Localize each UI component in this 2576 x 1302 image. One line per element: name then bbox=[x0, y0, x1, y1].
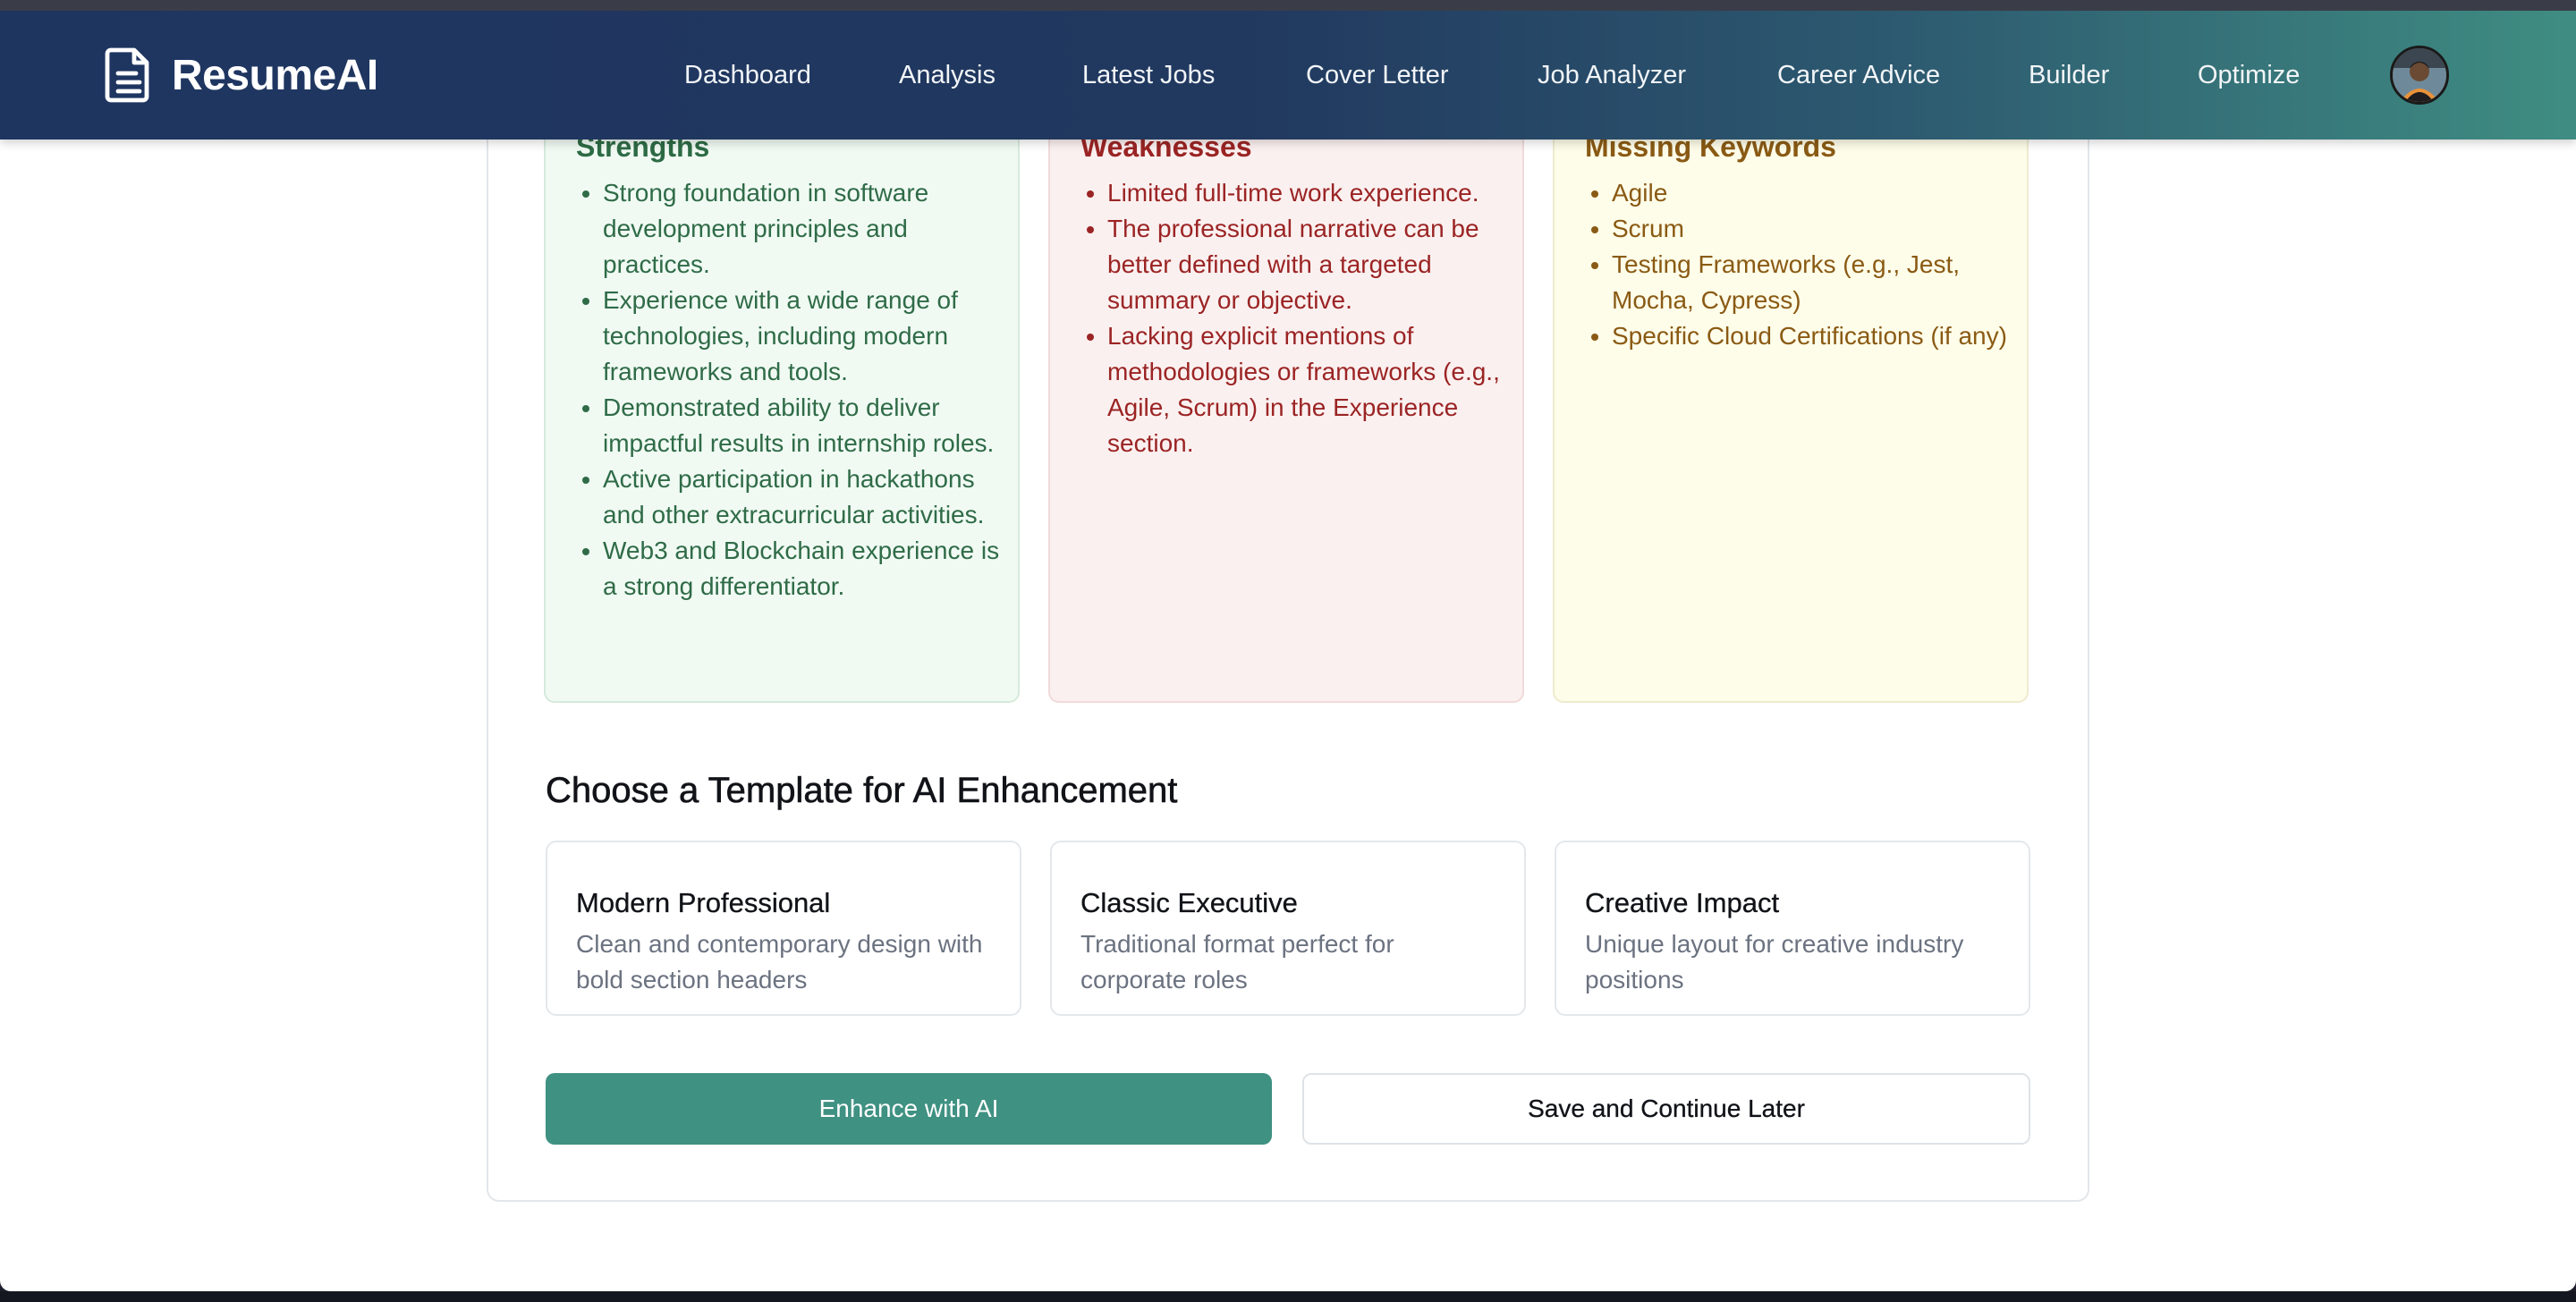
list-item: Testing Frameworks (e.g., Jest, Mocha, C… bbox=[1612, 247, 2011, 318]
list-item: Lacking explicit mentions of methodologi… bbox=[1107, 318, 1506, 461]
template-description: Traditional format perfect for corporate… bbox=[1080, 930, 1394, 993]
weaknesses-list: Limited full-time work experience. The p… bbox=[1107, 175, 1506, 461]
nav-analysis[interactable]: Analysis bbox=[899, 50, 996, 100]
strengths-list: Strong foundation in software developmen… bbox=[603, 175, 1002, 604]
list-item: Strong foundation in software developmen… bbox=[603, 175, 1002, 283]
list-item: Web3 and Blockchain experience is a stro… bbox=[603, 533, 1002, 604]
list-item: Scrum bbox=[1612, 211, 2011, 247]
save-continue-later-button[interactable]: Save and Continue Later bbox=[1302, 1073, 2030, 1145]
nav-job-analyzer[interactable]: Job Analyzer bbox=[1538, 50, 1686, 100]
template-name: Classic Executive bbox=[1080, 887, 1298, 918]
user-avatar[interactable] bbox=[2390, 46, 2449, 105]
nav-dashboard[interactable]: Dashboard bbox=[684, 50, 811, 100]
nav-career-advice[interactable]: Career Advice bbox=[1777, 50, 1940, 100]
template-description: Clean and contemporary design with bold … bbox=[576, 930, 983, 993]
nav-cover-letter[interactable]: Cover Letter bbox=[1306, 50, 1449, 100]
window-bottom-strip bbox=[0, 1291, 2576, 1302]
template-description: Unique layout for creative industry posi… bbox=[1585, 930, 1964, 993]
missing-keywords-panel: Missing Keywords Agile Scrum Testing Fra… bbox=[1553, 86, 2029, 703]
strengths-panel: Strengths Strong foundation in software … bbox=[544, 86, 1020, 703]
main-nav: Dashboard Analysis Latest Jobs Cover Let… bbox=[0, 11, 2576, 140]
template-card-creative-impact[interactable]: Creative Impact Unique layout for creati… bbox=[1555, 841, 2030, 1016]
template-card-classic-executive[interactable]: Classic Executive Traditional format per… bbox=[1050, 841, 1526, 1016]
top-navbar: ResumeAI Dashboard Analysis Latest Jobs … bbox=[0, 11, 2576, 140]
user-photo-icon bbox=[2393, 48, 2446, 102]
list-item: Experience with a wide range of technolo… bbox=[603, 283, 1002, 390]
nav-latest-jobs[interactable]: Latest Jobs bbox=[1082, 50, 1215, 100]
template-name: Creative Impact bbox=[1585, 887, 1780, 918]
list-item: Demonstrated ability to deliver impactfu… bbox=[603, 390, 1002, 461]
app-page: ResumeAI Dashboard Analysis Latest Jobs … bbox=[0, 11, 2576, 1291]
weaknesses-panel: Weaknesses Limited full-time work experi… bbox=[1048, 86, 1524, 703]
list-item: Active participation in hackathons and o… bbox=[603, 461, 1002, 533]
nav-builder[interactable]: Builder bbox=[2029, 50, 2109, 100]
template-name: Modern Professional bbox=[576, 887, 831, 918]
nav-optimize[interactable]: Optimize bbox=[2198, 50, 2300, 100]
list-item: The professional narrative can be better… bbox=[1107, 211, 1506, 318]
template-section-title: Choose a Template for AI Enhancement bbox=[546, 771, 1178, 811]
list-item: Agile bbox=[1612, 175, 2011, 211]
window-top-strip bbox=[0, 0, 2576, 11]
enhance-with-ai-button[interactable]: Enhance with AI bbox=[546, 1073, 1272, 1145]
list-item: Specific Cloud Certifications (if any) bbox=[1612, 318, 2011, 354]
list-item: Limited full-time work experience. bbox=[1107, 175, 1506, 211]
missing-keywords-list: Agile Scrum Testing Frameworks (e.g., Je… bbox=[1612, 175, 2011, 354]
template-card-modern-professional[interactable]: Modern Professional Clean and contempora… bbox=[546, 841, 1021, 1016]
